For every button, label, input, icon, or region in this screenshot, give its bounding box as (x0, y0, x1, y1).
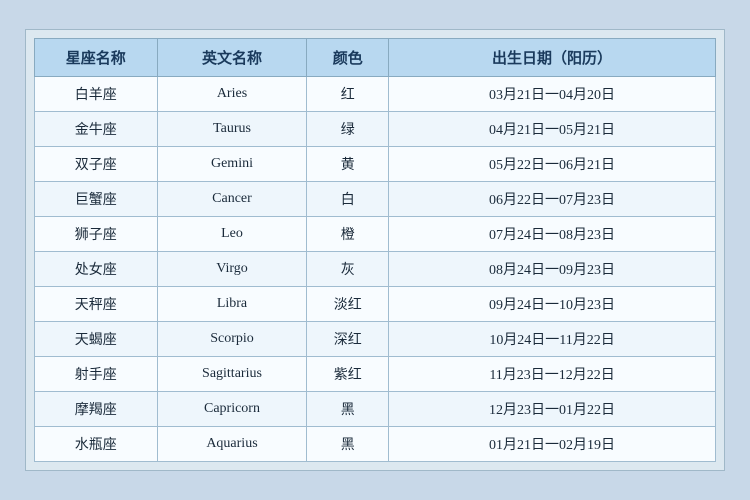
cell-chinese: 天秤座 (35, 287, 158, 322)
cell-chinese: 摩羯座 (35, 392, 158, 427)
cell-english: Aries (157, 77, 307, 112)
header-date: 出生日期（阳历） (389, 39, 716, 77)
cell-color: 黄 (307, 147, 389, 182)
cell-color: 淡红 (307, 287, 389, 322)
cell-date: 04月21日一05月21日 (389, 112, 716, 147)
cell-date: 12月23日一01月22日 (389, 392, 716, 427)
table-row: 金牛座Taurus绿04月21日一05月21日 (35, 112, 716, 147)
cell-english: Leo (157, 217, 307, 252)
header-english: 英文名称 (157, 39, 307, 77)
cell-color: 白 (307, 182, 389, 217)
header-color: 颜色 (307, 39, 389, 77)
cell-date: 09月24日一10月23日 (389, 287, 716, 322)
cell-date: 07月24日一08月23日 (389, 217, 716, 252)
cell-chinese: 天蝎座 (35, 322, 158, 357)
cell-date: 01月21日一02月19日 (389, 427, 716, 462)
cell-english: Sagittarius (157, 357, 307, 392)
cell-chinese: 巨蟹座 (35, 182, 158, 217)
cell-date: 10月24日一11月22日 (389, 322, 716, 357)
cell-chinese: 处女座 (35, 252, 158, 287)
cell-color: 绿 (307, 112, 389, 147)
table-header-row: 星座名称 英文名称 颜色 出生日期（阳历） (35, 39, 716, 77)
zodiac-table-container: 星座名称 英文名称 颜色 出生日期（阳历） 白羊座Aries红03月21日一04… (25, 29, 725, 471)
cell-english: Scorpio (157, 322, 307, 357)
cell-chinese: 射手座 (35, 357, 158, 392)
cell-date: 06月22日一07月23日 (389, 182, 716, 217)
cell-chinese: 金牛座 (35, 112, 158, 147)
cell-english: Libra (157, 287, 307, 322)
table-row: 水瓶座Aquarius黑01月21日一02月19日 (35, 427, 716, 462)
table-body: 白羊座Aries红03月21日一04月20日金牛座Taurus绿04月21日一0… (35, 77, 716, 462)
cell-english: Aquarius (157, 427, 307, 462)
cell-color: 橙 (307, 217, 389, 252)
cell-color: 紫红 (307, 357, 389, 392)
cell-color: 黑 (307, 392, 389, 427)
cell-chinese: 双子座 (35, 147, 158, 182)
header-chinese: 星座名称 (35, 39, 158, 77)
cell-english: Gemini (157, 147, 307, 182)
cell-english: Taurus (157, 112, 307, 147)
cell-chinese: 白羊座 (35, 77, 158, 112)
cell-color: 黑 (307, 427, 389, 462)
cell-color: 深红 (307, 322, 389, 357)
table-row: 狮子座Leo橙07月24日一08月23日 (35, 217, 716, 252)
table-row: 双子座Gemini黄05月22日一06月21日 (35, 147, 716, 182)
table-row: 天蝎座Scorpio深红10月24日一11月22日 (35, 322, 716, 357)
table-row: 白羊座Aries红03月21日一04月20日 (35, 77, 716, 112)
cell-date: 05月22日一06月21日 (389, 147, 716, 182)
cell-english: Capricorn (157, 392, 307, 427)
cell-chinese: 水瓶座 (35, 427, 158, 462)
cell-date: 08月24日一09月23日 (389, 252, 716, 287)
cell-date: 03月21日一04月20日 (389, 77, 716, 112)
cell-color: 红 (307, 77, 389, 112)
cell-english: Virgo (157, 252, 307, 287)
cell-english: Cancer (157, 182, 307, 217)
table-row: 射手座Sagittarius紫红11月23日一12月22日 (35, 357, 716, 392)
cell-date: 11月23日一12月22日 (389, 357, 716, 392)
table-row: 巨蟹座Cancer白06月22日一07月23日 (35, 182, 716, 217)
cell-color: 灰 (307, 252, 389, 287)
cell-chinese: 狮子座 (35, 217, 158, 252)
zodiac-table: 星座名称 英文名称 颜色 出生日期（阳历） 白羊座Aries红03月21日一04… (34, 38, 716, 462)
table-row: 处女座Virgo灰08月24日一09月23日 (35, 252, 716, 287)
table-row: 摩羯座Capricorn黑12月23日一01月22日 (35, 392, 716, 427)
table-row: 天秤座Libra淡红09月24日一10月23日 (35, 287, 716, 322)
